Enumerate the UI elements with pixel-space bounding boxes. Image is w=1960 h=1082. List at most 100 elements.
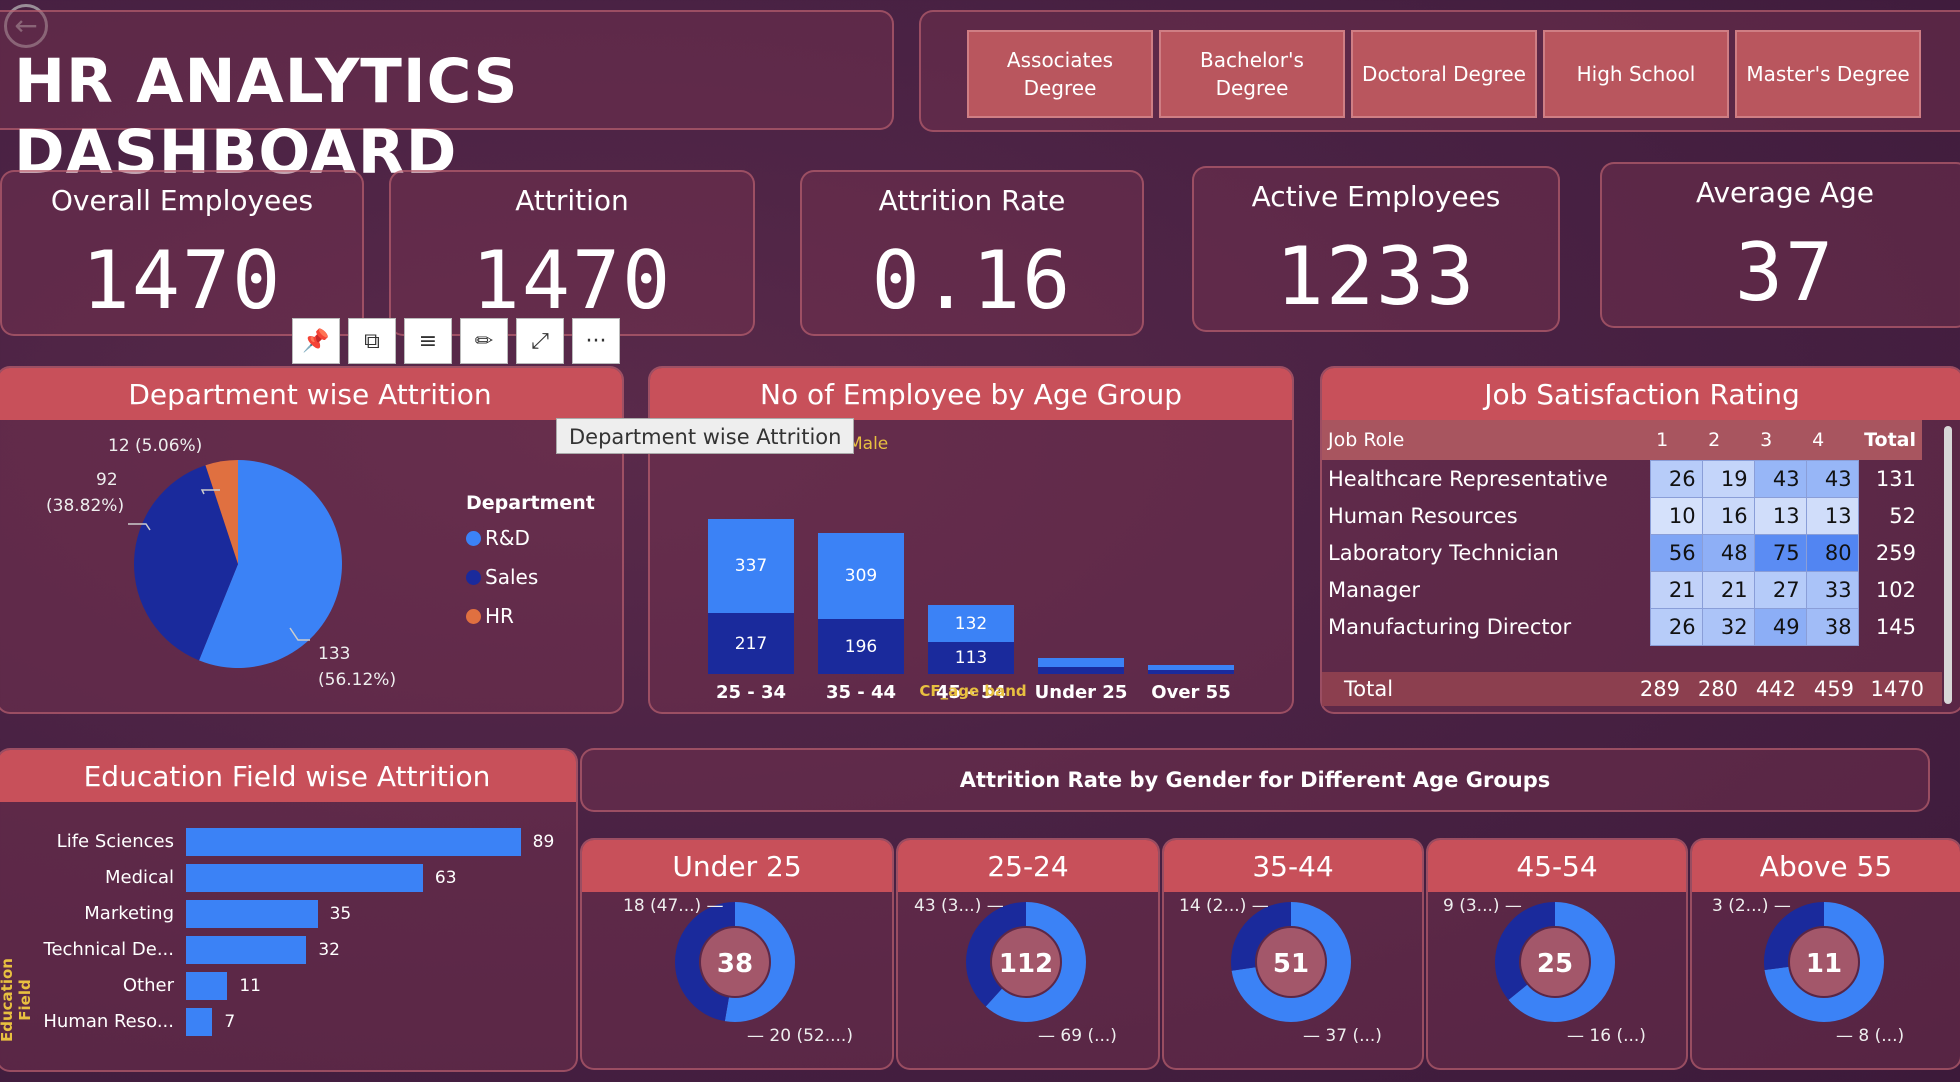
title-panel: HR ANALYTICS DASHBOARD [0,10,894,188]
education-bar[interactable] [186,972,228,1000]
total-cell: 1470 [1870,677,1924,701]
kpi-label: Attrition [515,184,629,217]
column-header[interactable]: 4 [1806,420,1858,460]
data-label: 11 [239,976,261,996]
donut-panel: 45-54 25 9 (3...) — — 16 (...) [1426,838,1688,1070]
panel-title: 45-54 [1428,840,1686,892]
focus-mode-icon[interactable]: ⤢ [516,318,564,364]
bar-segment-male[interactable]: 113 [928,642,1014,674]
table-row[interactable]: Laboratory Technician 56 48 75 80 259 [1322,533,1922,572]
rating-cell: 19 [1701,459,1755,498]
bar-segment-male[interactable] [1038,667,1124,674]
legend-item-rd[interactable]: R&D [466,526,530,550]
kpi-attrition: Attrition 1470 [389,170,755,336]
education-bar[interactable] [186,864,423,892]
table-header-row: Job Role 1 2 3 4 Total [1322,420,1922,460]
rating-cell: 56 [1649,533,1703,572]
slicer-doctoral-degree[interactable]: Doctoral Degree [1351,30,1537,118]
rating-cell: 26 [1649,459,1703,498]
y-tick-label: Medical [105,867,174,888]
filter-icon[interactable]: ≡ [404,318,452,364]
panel-title: Education Field wise Attrition [0,750,576,802]
bar-segment-female[interactable]: 132 [928,605,1014,643]
y-tick-label: Life Sciences [56,831,174,852]
rating-cell: 27 [1753,570,1807,609]
kpi-label: Average Age [1695,176,1875,209]
y-tick-label: Human Reso... [43,1011,174,1032]
bar-segment-female[interactable]: 337 [708,518,794,614]
column-header[interactable]: 2 [1702,420,1754,460]
rating-cell: 38 [1805,607,1859,646]
bar-segment-male[interactable]: 196 [818,619,904,674]
department-attrition-panel: Department wise Attrition 12 (5.06%) 92 … [0,366,624,714]
bar-segment-male[interactable] [1148,669,1234,674]
rating-cell: 21 [1701,570,1755,609]
rating-cell: 49 [1753,607,1807,646]
job-role-cell: Laboratory Technician [1328,540,1559,565]
table-row[interactable]: Human Resources 10 16 13 13 52 [1322,496,1922,535]
education-bar[interactable] [186,828,521,856]
panel-title: 25-24 [898,840,1158,892]
bar-segment-female[interactable] [1148,664,1234,670]
total-label: Total [1344,677,1394,701]
pie-label-sales-pct: (38.82%) [46,496,125,516]
donut-chart: 25 [1495,902,1615,1022]
slicer-high-school[interactable]: High School [1543,30,1729,118]
job-satisfaction-panel: Job Satisfaction Rating Job Role 1 2 3 4… [1320,366,1960,714]
kpi-average-age: Average Age 37 [1600,162,1960,328]
panel-title: Attrition Rate by Gender for Different A… [959,768,1551,792]
kpi-attrition-rate: Attrition Rate 0.16 [800,170,1144,336]
donut-center-value: 25 [1537,949,1573,979]
age-bar-chart: 217 337 25 - 34 196 309 35 - 44 113 132 45 - 54 U… [650,420,1296,714]
panel-title: No of Employee by Age Group [650,368,1292,420]
job-role-cell: Manufacturing Director [1328,614,1572,639]
bar-segment-female[interactable] [1038,658,1124,667]
donut-panel: 35-44 51 14 (2...) — — 37 (...) [1162,838,1424,1070]
data-label: 7 [224,1012,236,1032]
pin-icon[interactable]: 📌 [292,318,340,364]
pie-label-hr: 12 (5.06%) [108,436,203,456]
donut-center-value: 51 [1273,949,1309,979]
y-tick-label: Other [122,975,174,996]
slicer-masters-degree[interactable]: Master's Degree [1735,30,1921,118]
table-row[interactable]: Manager 21 21 27 33 102 [1322,570,1922,609]
more-options-icon[interactable]: ··· [572,318,620,364]
education-bar[interactable] [186,900,318,928]
bar-segment-male[interactable]: 217 [708,613,794,674]
donut-chart: 51 [1231,902,1351,1022]
education-bar[interactable] [186,1008,213,1036]
slicer-associates-degree[interactable]: Associates Degree [967,30,1153,118]
table-row[interactable]: Manufacturing Director 26 32 49 38 145 [1322,607,1922,646]
rating-cell: 26 [1649,607,1703,646]
column-header[interactable]: 1 [1650,420,1702,460]
donut-center-value: 112 [999,949,1053,979]
table-row[interactable]: Healthcare Representative 26 19 43 43 131 [1322,459,1922,498]
slicer-bachelors-degree[interactable]: Bachelor's Degree [1159,30,1345,118]
rating-cell: 13 [1753,496,1807,535]
data-label: 32 [318,940,340,960]
y-tick-label: Technical De... [43,939,174,960]
education-slicer: Associates Degree Bachelor's Degree Doct… [919,10,1960,132]
format-icon[interactable]: ✏ [460,318,508,364]
column-header[interactable]: Job Role [1322,420,1650,460]
column-header[interactable]: 3 [1754,420,1806,460]
kpi-label: Attrition Rate [878,184,1066,217]
panel-title: Department wise Attrition [0,368,622,420]
legend-item-hr[interactable]: HR [466,604,514,628]
legend-item-sales[interactable]: Sales [466,565,538,589]
legend-dot [466,608,481,624]
panel-title: 35-44 [1164,840,1422,892]
bar-segment-female[interactable]: 309 [818,532,904,620]
donut-label-bottom: — 8 (...) [1836,1026,1905,1046]
copy-icon[interactable]: ⧉ [348,318,396,364]
donut-label-bottom: — 69 (...) [1038,1026,1117,1046]
vertical-scrollbar[interactable] [1944,426,1952,704]
education-bar[interactable] [186,936,307,964]
pie-label-rd-value: 133 [318,644,351,664]
job-role-cell: Healthcare Representative [1328,466,1608,491]
rating-cell: 10 [1649,496,1703,535]
legend-title: Department [466,492,595,514]
pie-label-sales-value: 92 [96,470,118,490]
column-header[interactable]: Total [1858,420,1922,460]
donut-chart: 11 [1764,902,1884,1022]
